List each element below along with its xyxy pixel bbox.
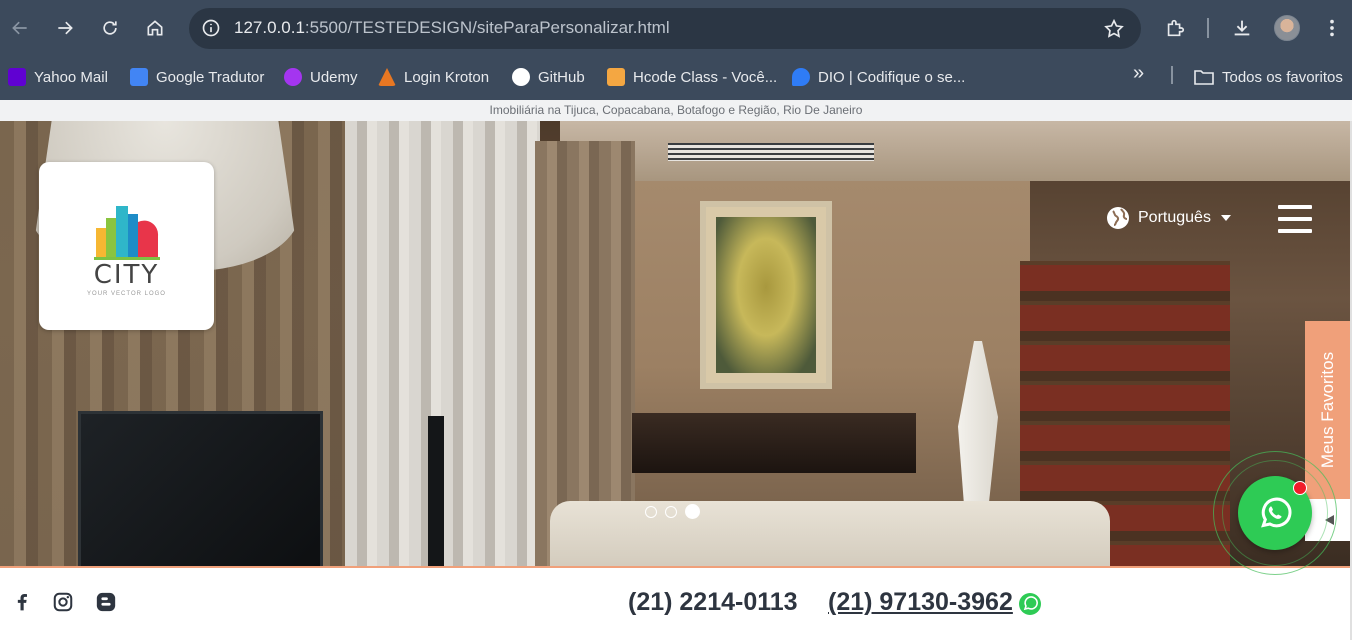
facebook-icon — [17, 594, 27, 611]
menu-line-icon — [1278, 205, 1312, 209]
info-icon[interactable] — [201, 18, 221, 38]
contact-bar: (21) 2214-0113 (21) 97130-3962 — [0, 566, 1350, 638]
bookmark-login-kroton[interactable]: Login Kroton — [378, 66, 489, 88]
hero-carousel: CITY YOUR VECTOR LOGO Português Meus Fav… — [0, 121, 1350, 566]
hero-tv — [78, 411, 323, 566]
instagram-link[interactable] — [51, 590, 75, 614]
bookmark-label: GitHub — [538, 68, 585, 86]
bookmark-label: Google Tradutor — [156, 68, 265, 86]
bookmark-dio[interactable]: DIO | Codifique o se... — [792, 66, 965, 88]
hamburger-menu-button[interactable] — [1278, 205, 1312, 233]
menu-line-icon — [1278, 217, 1312, 221]
language-selector[interactable]: Português — [1106, 206, 1231, 230]
toolbar-divider — [1207, 18, 1209, 38]
carousel-dot-3[interactable] — [685, 504, 700, 519]
all-favorites-label: Todos os favoritos — [1222, 68, 1343, 86]
hero-painting — [700, 201, 832, 389]
forward-button[interactable] — [51, 14, 79, 42]
blogger-icon — [96, 592, 116, 612]
hero-sofa — [550, 501, 1110, 566]
kroton-icon — [378, 68, 396, 86]
hcode-icon — [607, 68, 625, 86]
language-label: Português — [1138, 209, 1211, 226]
yahoo-mail-icon — [8, 68, 26, 86]
home-icon — [147, 20, 163, 36]
globe-icon — [1107, 207, 1129, 229]
carousel-dot-1[interactable] — [645, 505, 657, 518]
caret-down-icon — [1220, 215, 1231, 221]
profile-avatar[interactable] — [1274, 15, 1300, 41]
url-text[interactable]: 127.0.0.1:5500/TESTEDESIGN/siteParaPerso… — [234, 18, 670, 38]
menu-line-icon — [1278, 229, 1312, 233]
folder-icon — [1194, 70, 1214, 85]
facebook-link[interactable] — [10, 590, 34, 614]
bookmarks-divider — [1171, 66, 1173, 84]
downloads-button[interactable] — [1228, 14, 1256, 42]
instagram-icon — [53, 592, 73, 612]
hero-speaker — [428, 416, 444, 566]
bookmark-yahoo-mail[interactable]: Yahoo Mail — [8, 66, 108, 88]
kebab-menu-icon — [1330, 19, 1334, 37]
all-favorites-button[interactable]: Todos os favoritos — [1194, 66, 1343, 88]
bookmark-google-tradutor[interactable]: Google Tradutor — [130, 66, 264, 88]
reload-icon — [103, 21, 117, 35]
home-button[interactable] — [141, 14, 169, 42]
bookmark-star-icon[interactable] — [1103, 18, 1125, 40]
bookmarks-bar: Yahoo Mail Google Tradutor Udemy Login K… — [0, 56, 1352, 100]
back-button[interactable] — [6, 14, 34, 42]
top-info-bar: Imobiliária na Tijuca, Copacabana, Botaf… — [0, 100, 1352, 121]
extensions-button[interactable] — [1161, 14, 1189, 42]
bookmarks-overflow-icon[interactable]: » — [1133, 62, 1144, 85]
bookmark-label: Yahoo Mail — [34, 68, 108, 86]
notification-badge — [1293, 481, 1307, 495]
address-bar[interactable]: 127.0.0.1:5500/TESTEDESIGN/siteParaPerso… — [189, 8, 1141, 49]
download-icon — [1234, 20, 1250, 36]
phone-mobile-link[interactable]: (21) 97130-3962 — [828, 588, 1013, 617]
hero-vent — [668, 143, 874, 161]
bookmark-label: Hcode Class - Você... — [633, 68, 778, 86]
phone-landline[interactable]: (21) 2214-0113 — [628, 588, 798, 617]
city-skyline-icon — [94, 206, 160, 260]
whatsapp-small-icon[interactable] — [1018, 592, 1042, 616]
bookmark-label: Login Kroton — [404, 68, 490, 86]
browser-toolbar: 127.0.0.1:5500/TESTEDESIGN/siteParaPerso… — [0, 0, 1352, 56]
google-translate-icon — [130, 68, 148, 86]
arrow-left-icon — [12, 21, 27, 35]
bookmark-label: Udemy — [310, 68, 358, 86]
browser-menu-button[interactable] — [1318, 14, 1346, 42]
hero-fireplace — [632, 413, 916, 473]
site-logo[interactable]: CITY YOUR VECTOR LOGO — [39, 162, 214, 330]
bookmark-hcode-class[interactable]: Hcode Class - Você... — [607, 66, 777, 88]
udemy-icon — [284, 68, 302, 86]
github-icon — [512, 68, 530, 86]
whatsapp-icon — [1261, 497, 1292, 528]
bookmark-github[interactable]: GitHub — [512, 66, 585, 88]
logo-tagline: YOUR VECTOR LOGO — [87, 291, 166, 297]
dio-icon — [792, 68, 810, 86]
web-page: Imobiliária na Tijuca, Copacabana, Botaf… — [0, 100, 1352, 640]
reload-button[interactable] — [96, 14, 124, 42]
arrow-right-icon — [58, 21, 73, 35]
logo-brand-text: CITY — [93, 260, 160, 290]
carousel-dot-2[interactable] — [665, 505, 677, 518]
carousel-indicators — [645, 504, 700, 519]
bookmark-udemy[interactable]: Udemy — [284, 66, 358, 88]
bookmark-label: DIO | Codifique o se... — [818, 68, 966, 86]
blogger-link[interactable] — [94, 590, 118, 614]
favorites-tab-label: Meus Favoritos — [1318, 351, 1337, 469]
puzzle-icon — [1167, 19, 1185, 37]
